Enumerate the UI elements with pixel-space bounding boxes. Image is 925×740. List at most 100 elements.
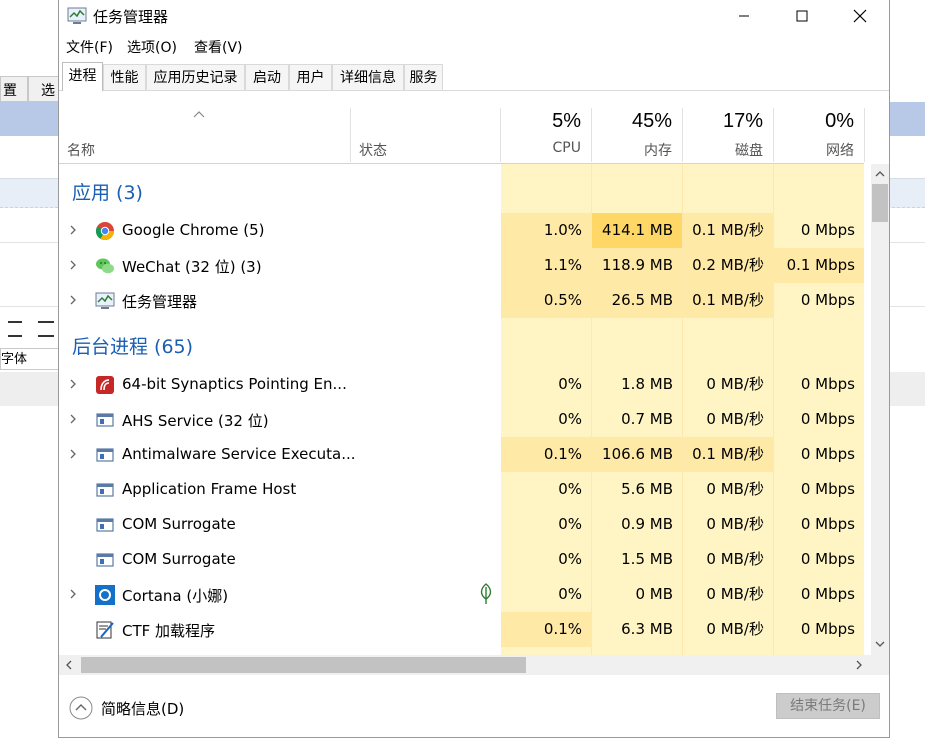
disk-cell: 0 MB/秒	[683, 612, 773, 647]
maximize-icon	[796, 10, 808, 22]
process-name: COM Surrogate	[122, 550, 236, 568]
tab-performance[interactable]: 性能	[103, 64, 146, 90]
cpu-cell: 1.0%	[501, 213, 591, 248]
cpu-label: CPU	[552, 140, 581, 156]
disk-cell: 0.1 MB/秒	[683, 283, 773, 318]
horizontal-scroll-thumb[interactable]	[81, 657, 526, 673]
memory-label: 内存	[644, 143, 672, 159]
network-label: 网络	[826, 143, 854, 159]
network-cell: 0.1 Mbps	[774, 248, 864, 283]
network-cell: 0 Mbps	[774, 612, 864, 647]
cortana-icon	[95, 585, 115, 605]
process-row[interactable]: CTF 加载程序 0.1% 6.3 MB 0 MB/秒 0 Mbps	[59, 612, 864, 647]
horizontal-scrollbar[interactable]	[59, 655, 889, 675]
process-row[interactable]: 64-bit Synaptics Pointing En... 0% 1.8 M…	[59, 367, 864, 402]
minimize-button[interactable]	[721, 0, 767, 32]
expand-chevron-icon[interactable]	[69, 223, 77, 237]
end-task-button[interactable]: 结束任务(E)	[776, 693, 880, 719]
chrome-icon	[95, 222, 114, 241]
column-header-name[interactable]: 名称	[59, 108, 351, 162]
process-row[interactable]: COM Surrogate 0% 1.5 MB 0 MB/秒 0 Mbps	[59, 542, 864, 577]
service-window-icon	[96, 518, 114, 532]
tab-startup[interactable]: 启动	[245, 64, 289, 90]
tab-users[interactable]: 用户	[289, 64, 332, 90]
process-name: COM Surrogate	[122, 515, 236, 533]
expand-chevron-icon[interactable]	[69, 412, 77, 426]
process-name: Cortana (小娜)	[122, 587, 229, 605]
process-name: Antimalware Service Executa...	[122, 445, 356, 463]
disk-cell: 0 MB/秒	[683, 507, 773, 542]
disk-cell: 0 MB/秒	[683, 542, 773, 577]
expand-chevron-icon[interactable]	[69, 258, 77, 272]
column-header-status[interactable]: 状态	[351, 108, 501, 162]
maximize-button[interactable]	[779, 0, 825, 32]
expand-chevron-icon[interactable]	[69, 447, 77, 461]
vertical-scroll-thumb[interactable]	[872, 184, 888, 222]
tab-services[interactable]: 服务	[404, 64, 443, 90]
process-name: WeChat (32 位) (3)	[122, 258, 262, 276]
cpu-cell: 0.1%	[501, 612, 591, 647]
menu-options[interactable]: 选项(O)	[127, 37, 177, 57]
network-cell: 0 Mbps	[774, 402, 864, 437]
process-name: Application Frame Host	[122, 480, 297, 498]
close-button[interactable]	[837, 0, 883, 32]
cpu-cell: 0%	[501, 367, 591, 402]
cpu-cell: 0%	[501, 577, 591, 612]
cpu-cell: 0.1%	[501, 437, 591, 472]
background-tab: 置	[0, 76, 28, 102]
process-row[interactable]: WeChat (32 位) (3) 1.1% 118.9 MB 0.2 MB/秒…	[59, 248, 864, 283]
expand-chevron-icon[interactable]	[69, 377, 77, 391]
footer: 简略信息(D) 结束任务(E)	[59, 676, 889, 737]
vertical-scrollbar[interactable]	[871, 164, 889, 655]
tab-details[interactable]: 详细信息	[332, 64, 404, 90]
task-manager-window: 任务管理器 文件(F) 选项(O) 查看(V) 进程 性能 应用历史记录 启动 …	[58, 0, 890, 738]
column-header-memory[interactable]: 45% 内存	[592, 108, 683, 162]
network-cell: 0 Mbps	[774, 367, 864, 402]
column-header-cpu[interactable]: 5% CPU	[501, 108, 592, 162]
expand-chevron-icon[interactable]	[69, 293, 77, 307]
memory-cell: 106.6 MB	[592, 437, 682, 472]
process-row[interactable]: AHS Service (32 位) 0% 0.7 MB 0 MB/秒 0 Mb…	[59, 402, 864, 437]
process-row[interactable]: Google Chrome (5) 1.0% 414.1 MB 0.1 MB/秒…	[59, 213, 864, 248]
scroll-up-icon[interactable]	[875, 170, 885, 178]
service-window-icon	[96, 413, 114, 427]
memory-cell: 5.6 MB	[592, 472, 682, 507]
column-header-network[interactable]: 0% 网络	[774, 108, 865, 162]
column-header-disk[interactable]: 17% 磁盘	[683, 108, 774, 162]
process-name: 任务管理器	[122, 293, 198, 311]
title-bar[interactable]: 任务管理器	[59, 0, 889, 32]
tab-processes[interactable]: 进程	[62, 62, 103, 91]
background-tab: 选	[28, 76, 60, 102]
process-row[interactable]: 任务管理器 0.5% 26.5 MB 0.1 MB/秒 0 Mbps	[59, 283, 864, 318]
background-font-box: 字体	[0, 348, 60, 370]
tab-app-history[interactable]: 应用历史记录	[146, 64, 245, 90]
menu-view[interactable]: 查看(V)	[194, 37, 243, 57]
process-row[interactable]: Antimalware Service Executa... 0.1% 106.…	[59, 437, 864, 472]
scroll-right-icon[interactable]	[855, 660, 863, 670]
group-header-background: 后台进程 (65)	[72, 336, 194, 358]
synaptics-icon	[96, 376, 114, 394]
network-cell: 0 Mbps	[774, 472, 864, 507]
task-manager-icon	[95, 292, 115, 309]
expand-chevron-icon[interactable]	[69, 587, 77, 601]
memory-cell: 0 MB	[592, 577, 682, 612]
memory-cell: 0.7 MB	[592, 402, 682, 437]
network-cell: 0 Mbps	[774, 437, 864, 472]
cpu-cell: 0%	[501, 507, 591, 542]
process-row[interactable]: COM Surrogate 0% 0.9 MB 0 MB/秒 0 Mbps	[59, 507, 864, 542]
disk-cell: 0 MB/秒	[683, 472, 773, 507]
process-row[interactable]: Cortana (小娜) 0% 0 MB 0 MB/秒 0 Mbps	[59, 577, 864, 612]
window-title: 任务管理器	[93, 8, 169, 26]
disk-cell: 0 MB/秒	[683, 402, 773, 437]
process-row[interactable]: Application Frame Host 0% 5.6 MB 0 MB/秒 …	[59, 472, 864, 507]
fewer-details-button[interactable]: 简略信息(D)	[69, 696, 184, 720]
disk-total-percent: 17%	[722, 110, 763, 132]
menu-file[interactable]: 文件(F)	[66, 37, 113, 57]
cpu-cell: 0%	[501, 472, 591, 507]
network-cell: 0 Mbps	[774, 283, 864, 318]
memory-cell: 414.1 MB	[592, 213, 682, 248]
close-icon	[853, 9, 867, 23]
network-cell: 0 Mbps	[774, 577, 864, 612]
scroll-left-icon[interactable]	[65, 660, 73, 670]
scroll-down-icon[interactable]	[875, 640, 885, 648]
